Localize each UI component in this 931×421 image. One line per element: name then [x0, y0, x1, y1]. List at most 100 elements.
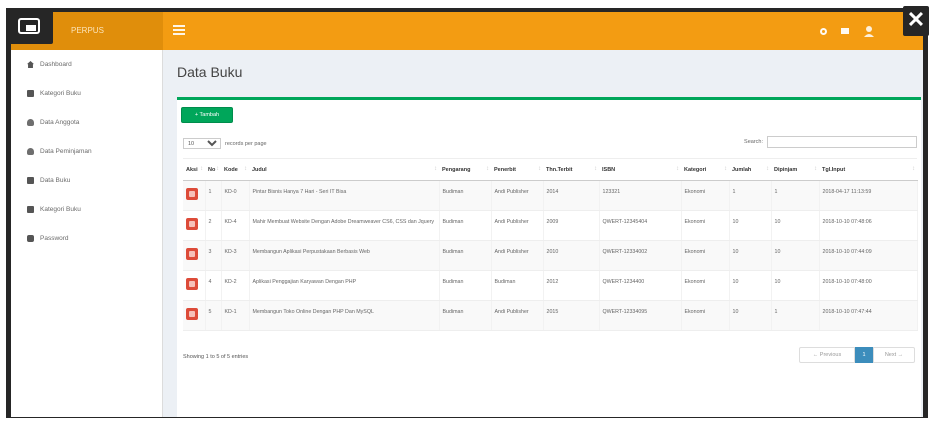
cell-pengarang: Budiman	[439, 180, 492, 211]
cell-tgl: 2018-10-10 07:44:09	[819, 240, 918, 271]
cell-judul: Pintar Bisnis Hanya 7 Hari - Seri IT Bis…	[249, 180, 440, 211]
cell-isbn: QWERT-12334095	[599, 300, 682, 331]
cell-jumlah: 10	[729, 210, 772, 241]
cell-kode: KD-1	[221, 300, 250, 331]
column-header-aksi[interactable]: Aksi	[183, 158, 205, 181]
sidebar-item-kategori-buku-2[interactable]: Kategori Buku	[11, 195, 162, 224]
hamburger-icon[interactable]	[173, 25, 185, 35]
table-row: 5 KD-1 Membangun Toko Online Dengan PHP …	[183, 300, 918, 331]
action-cell	[183, 270, 206, 301]
cell-pengarang: Budiman	[439, 300, 492, 331]
delete-icon[interactable]	[186, 278, 198, 290]
cell-tgl: 2018-04-17 11:13:59	[819, 180, 918, 211]
main-content: Data Buku + Tambah 10 records per page S…	[163, 50, 923, 417]
data-box: + Tambah 10 records per page Search: Aks…	[177, 97, 921, 417]
cell-dipinjam: 10	[771, 240, 820, 271]
window-icon	[18, 18, 40, 34]
cell-pengarang: Budiman	[439, 210, 492, 241]
cell-kategori: Ekonomi	[681, 240, 730, 271]
table-row: 2 KD-4 Mahir Membuat Website Dengan Adob…	[183, 210, 918, 241]
cell-kode: KD-4	[221, 210, 250, 241]
cell-no: 2	[205, 210, 222, 241]
column-header-kategori[interactable]: Kategori	[681, 158, 729, 181]
book-icon	[27, 90, 34, 97]
column-header-thn-terbit[interactable]: Thn.Terbit	[543, 158, 599, 181]
search-input[interactable]	[767, 136, 917, 148]
column-header-dipinjam[interactable]: Dipinjam	[771, 158, 819, 181]
cell-jumlah: 10	[729, 300, 772, 331]
cell-penerbit: Andi Publisher	[491, 300, 544, 331]
cell-kategori: Ekonomi	[681, 180, 730, 211]
sidebar-item-password[interactable]: Password	[11, 224, 162, 253]
cell-no: 5	[205, 300, 222, 331]
table-header-row: Aksi No Kode Judul Pengarang Penerbit Th…	[183, 158, 917, 181]
cell-tgl: 2018-10-10 07:48:06	[819, 210, 918, 241]
cell-isbn: QWERT-1234400	[599, 270, 682, 301]
sidebar: Dashboard Kategori Buku Data Anggota Dat…	[11, 50, 163, 417]
app-name: PERPUS	[71, 26, 104, 35]
user-icon[interactable]	[863, 25, 875, 37]
window-switch-button[interactable]	[7, 8, 53, 44]
cell-jumlah: 1	[729, 180, 772, 211]
cell-no: 1	[205, 180, 222, 211]
cell-tahun: 2009	[543, 210, 600, 241]
column-header-no[interactable]: No	[205, 158, 221, 181]
sidebar-item-dashboard[interactable]: Dashboard	[11, 50, 162, 79]
column-header-isbn[interactable]: ISBN	[599, 158, 681, 181]
sidebar-item-data-anggota[interactable]: Data Anggota	[11, 108, 162, 137]
column-header-kode[interactable]: Kode	[221, 158, 249, 181]
close-button[interactable]: ✕	[903, 6, 929, 36]
column-header-jumlah[interactable]: Jumlah	[729, 158, 771, 181]
cell-kode: KD-0	[221, 180, 250, 211]
sidebar-item-label: Data Buku	[40, 177, 71, 184]
action-cell	[183, 210, 206, 241]
cell-judul: Mahir Membuat Website Dengan Adobe Dream…	[249, 210, 440, 241]
cell-dipinjam: 1	[771, 180, 820, 211]
user-icon	[27, 119, 34, 126]
sidebar-item-label: Dashboard	[40, 61, 72, 68]
book-icon	[27, 177, 34, 184]
pagination-previous[interactable]: ← Previous	[799, 347, 855, 363]
pagination-page-1[interactable]: 1	[855, 347, 873, 363]
column-header-penerbit[interactable]: Penerbit	[491, 158, 543, 181]
page-length-label: records per page	[225, 140, 267, 147]
cell-pengarang: Budiman	[439, 270, 492, 301]
cell-tgl: 2018-10-10 07:47:44	[819, 300, 918, 331]
action-cell	[183, 300, 206, 331]
delete-icon[interactable]	[186, 218, 198, 230]
delete-icon[interactable]	[186, 188, 198, 200]
delete-icon[interactable]	[186, 308, 198, 320]
page-title: Data Buku	[177, 64, 243, 80]
cell-penerbit: Budiman	[491, 270, 544, 301]
cell-kategori: Ekonomi	[681, 300, 730, 331]
column-header-tgl-input[interactable]: Tgl.Input	[819, 158, 917, 181]
cell-judul: Membangun Toko Online Dengan PHP Dan MyS…	[249, 300, 440, 331]
sidebar-item-label: Data Peminjaman	[40, 148, 92, 155]
sidebar-item-data-peminjaman[interactable]: Data Peminjaman	[11, 137, 162, 166]
sidebar-item-kategori-buku[interactable]: Kategori Buku	[11, 79, 162, 108]
column-header-pengarang[interactable]: Pengarang	[439, 158, 491, 181]
pagination-next[interactable]: Next →	[873, 347, 915, 363]
column-header-judul[interactable]: Judul	[249, 158, 439, 181]
bell-icon[interactable]	[820, 27, 827, 35]
action-cell	[183, 240, 206, 271]
cell-dipinjam: 1	[771, 300, 820, 331]
envelope-icon[interactable]	[841, 28, 849, 34]
sidebar-item-data-buku[interactable]: Data Buku	[11, 166, 162, 195]
cell-dipinjam: 10	[771, 270, 820, 301]
delete-icon[interactable]	[186, 248, 198, 260]
add-book-button[interactable]: + Tambah	[181, 107, 233, 123]
cell-isbn: 123321	[599, 180, 682, 211]
books-table: Aksi No Kode Judul Pengarang Penerbit Th…	[183, 158, 918, 331]
entries-length: 10 records per page	[183, 138, 267, 149]
cell-tahun: 2010	[543, 240, 600, 271]
cell-pengarang: Budiman	[439, 240, 492, 271]
table-row: 1 KD-0 Pintar Bisnis Hanya 7 Hari - Seri…	[183, 180, 918, 211]
table-row: 3 KD-3 Membangun Aplikasi Perpustakaan B…	[183, 240, 918, 271]
cell-kode: KD-3	[221, 240, 250, 271]
users-icon	[27, 148, 34, 155]
table-row: 4 KD-2 Aplikasi Penggajian Karyawan Deng…	[183, 270, 918, 301]
cell-penerbit: Andi Publisher	[491, 180, 544, 211]
cell-tahun: 2014	[543, 180, 600, 211]
page-length-select[interactable]: 10	[183, 138, 221, 149]
